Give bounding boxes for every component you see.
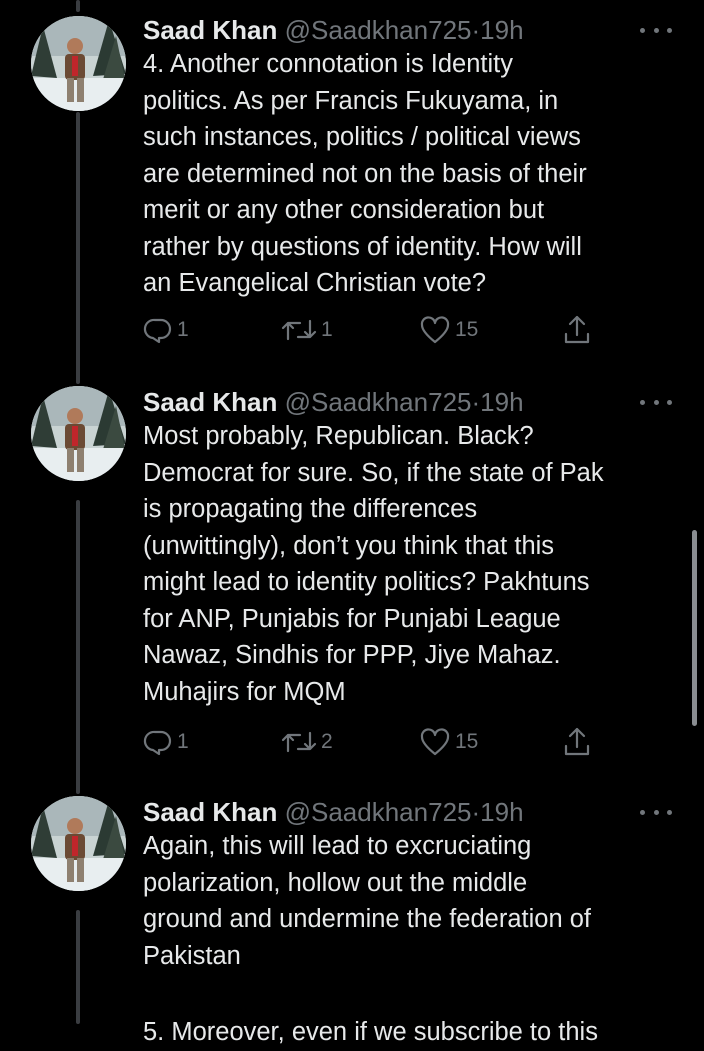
reply-icon (143, 318, 172, 344)
separator-dot: · (471, 15, 481, 45)
separator-dot: · (471, 797, 481, 827)
timestamp[interactable]: 19h (480, 15, 523, 45)
tweet-text-line: politics. As per Francis Fukuyama, in (143, 86, 559, 115)
tweet-text-line: for ANP, Punjabis for Punjabi League (143, 604, 561, 633)
tweet-text-line: ground and undermine the federation of (143, 905, 591, 933)
tweet-text: Again, this will lead to excruciating po… (143, 828, 683, 974)
author-handle[interactable]: @Saadkhan725 (285, 387, 472, 417)
tweet-text-line: 4. Another connotation is Identity (143, 50, 513, 78)
tweet-header: Saad Khan @Saadkhan725·19h (143, 792, 524, 832)
retweet-button[interactable]: 2 (281, 724, 333, 760)
more-options-icon[interactable] (640, 806, 672, 818)
reply-icon (143, 730, 172, 756)
tweet-text: 4. Another connotation is Identity polit… (143, 46, 683, 302)
avatar[interactable] (31, 796, 126, 891)
avatar-photo (31, 16, 126, 111)
tweet-header: Saad Khan @Saadkhan725·19h (143, 10, 524, 50)
avatar-photo (31, 796, 126, 891)
avatar[interactable] (31, 386, 126, 481)
tweet[interactable]: Saad Khan @Saadkhan725·19h Again, this w… (0, 792, 704, 1046)
tweet-text-line: Pakistan (143, 941, 241, 970)
tweet-actions: 1 1 15 (143, 312, 643, 348)
tweet-text-line: merit or any other consideration but (143, 196, 545, 224)
avatar-photo (31, 386, 126, 481)
retweet-count: 2 (321, 730, 333, 753)
scrollbar[interactable] (692, 530, 697, 726)
retweet-icon (281, 731, 317, 753)
share-button[interactable] (563, 724, 591, 760)
tweet-text-line: Muhajirs for MQM (143, 677, 346, 706)
tweet-actions: 1 2 15 (143, 724, 643, 760)
tweet-text: Most probably, Republican. Black? Democr… (143, 418, 683, 710)
timestamp[interactable]: 19h (480, 797, 523, 827)
reply-button[interactable]: 1 (143, 312, 189, 348)
reply-count: 1 (177, 730, 189, 753)
like-button[interactable]: 15 (419, 312, 478, 348)
reply-button[interactable]: 1 (143, 724, 189, 760)
share-icon (564, 727, 590, 756)
tweet-text-line: (unwittingly), don’t you think that this (143, 531, 555, 560)
tweet-text-line: Again, this will lead to excruciating (143, 832, 532, 860)
tweet[interactable]: Saad Khan @Saadkhan725·19h Most probably… (0, 382, 704, 782)
more-options-icon[interactable] (640, 396, 672, 408)
like-count: 15 (455, 730, 479, 753)
separator-dot: · (471, 387, 481, 417)
next-tweet-text: 5. Moreover, even if we subscribe to thi… (143, 1014, 683, 1046)
tweet-text-line: polarization, hollow out the middle (143, 868, 528, 897)
tweet-text-line: an Evangelical Christian vote? (143, 269, 487, 297)
tweet-text-line: rather by questions of identity. How wil… (143, 232, 582, 261)
retweet-count: 1 (321, 318, 333, 341)
author-handle[interactable]: @Saadkhan725 (285, 15, 472, 45)
tweet[interactable]: Saad Khan @Saadkhan725·19h 4. Another co… (0, 10, 704, 360)
heart-icon (420, 728, 450, 756)
author-name[interactable]: Saad Khan (143, 387, 277, 417)
tweet-text-line: are determined not on the basis of their (143, 159, 587, 188)
more-options-icon[interactable] (640, 24, 672, 36)
tweet-text-line: Most probably, Republican. Black? (143, 422, 534, 450)
author-name[interactable]: Saad Khan (143, 15, 277, 45)
retweet-button[interactable]: 1 (281, 312, 333, 348)
like-button[interactable]: 15 (419, 724, 478, 760)
tweet-text-line: such instances, politics / political vie… (143, 123, 581, 151)
tweet-text-line: Nawaz, Sindhis for PPP, Jiye Mahaz. (143, 641, 561, 669)
author-name[interactable]: Saad Khan (143, 797, 277, 827)
tweet-text-line: Democrat for sure. So, if the state of P… (143, 458, 604, 487)
heart-icon (420, 316, 450, 344)
reply-count: 1 (177, 318, 189, 341)
timestamp[interactable]: 19h (480, 387, 523, 417)
author-handle[interactable]: @Saadkhan725 (285, 797, 472, 827)
tweet-header: Saad Khan @Saadkhan725·19h (143, 382, 524, 422)
next-tweet-partial-line: 5. Moreover, even if we subscribe to thi… (143, 1018, 598, 1046)
avatar[interactable] (31, 16, 126, 111)
tweet-text-line: is propagating the differences (143, 495, 478, 523)
like-count: 15 (455, 318, 479, 341)
share-icon (564, 315, 590, 344)
tweet-text-line: might lead to identity politics? Pakhtun… (143, 568, 590, 596)
retweet-icon (281, 319, 317, 341)
share-button[interactable] (563, 312, 591, 348)
